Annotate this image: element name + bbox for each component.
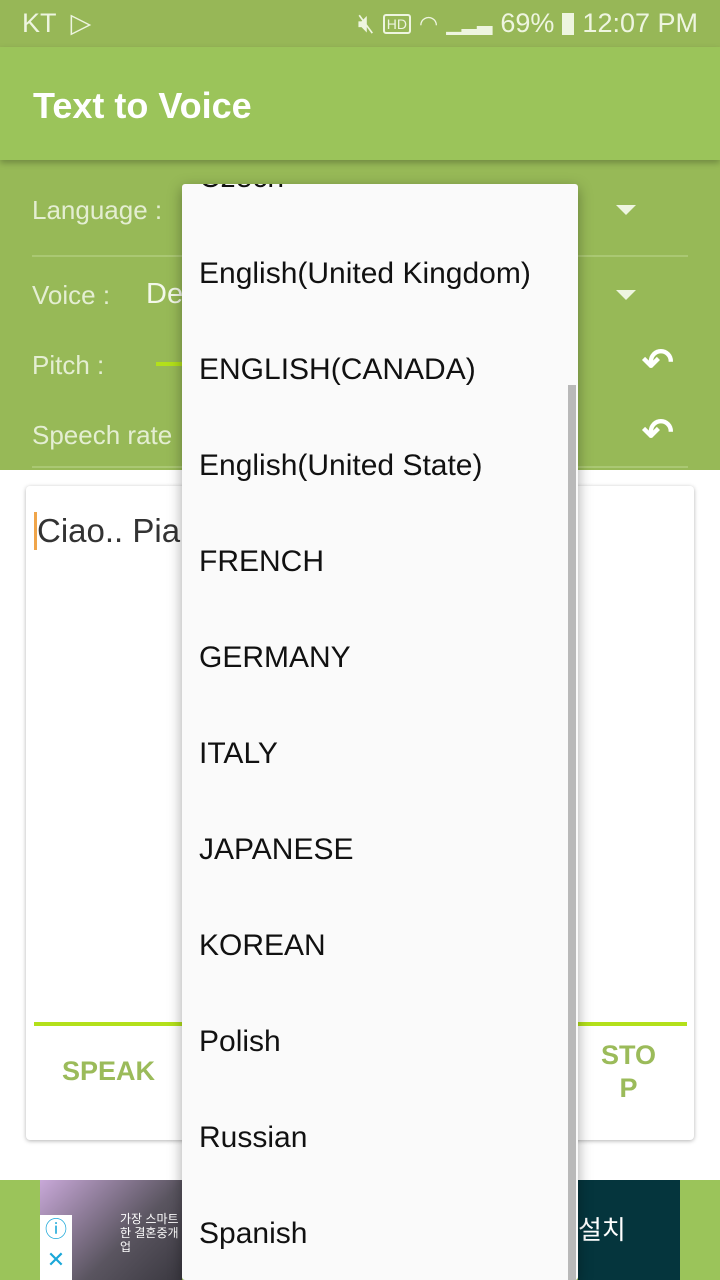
dropdown-item[interactable]: JAPANESE: [199, 830, 354, 870]
ad-info-close[interactable]: ⓘ ✕: [40, 1215, 72, 1280]
play-store-icon: ▷: [70, 8, 92, 38]
language-label: Language :: [32, 195, 163, 225]
ad-install-label: 설치: [578, 1215, 626, 1245]
pitch-label: Pitch :: [32, 350, 105, 380]
text-input[interactable]: Ciao.. Pia: [34, 512, 180, 550]
stop-button[interactable]: STO P: [596, 1039, 661, 1105]
signal-icon: ▁▂▃: [446, 13, 493, 35]
speech-rate-reset-undo-icon[interactable]: ↶: [642, 410, 674, 455]
dropdown-item[interactable]: Russian: [199, 1118, 307, 1158]
ad-install-button[interactable]: 설치: [578, 1180, 680, 1280]
speech-rate-label: Speech rate: [32, 420, 173, 450]
hd-voice-icon: HD: [382, 13, 412, 34]
dropdown-item[interactable]: English(United State): [199, 446, 482, 486]
voice-dropdown-arrow-icon[interactable]: [616, 290, 636, 300]
ad-image[interactable]: 가장 스마트한 결혼중개업 ⓘ ✕: [40, 1180, 182, 1280]
clock: 12:07 PM: [582, 8, 698, 38]
status-bar: KT ▷ 🔇︎ HD ◠ ▁▂▃ 69% 12:07 PM: [0, 0, 720, 47]
dropdown-item[interactable]: ITALY: [199, 734, 278, 774]
battery-level: 69%: [500, 8, 555, 38]
dropdown-item[interactable]: Czech: [199, 184, 284, 198]
voice-value[interactable]: De: [146, 278, 183, 311]
app-title: Text to Voice: [33, 85, 252, 126]
pitch-reset-undo-icon[interactable]: ↶: [642, 340, 674, 385]
language-dropdown-arrow-icon[interactable]: [616, 205, 636, 215]
dropdown-item[interactable]: Polish: [199, 1022, 281, 1062]
voice-label: Voice :: [32, 280, 111, 310]
stop-indicator: [576, 1022, 687, 1026]
app-bar: Text to Voice: [0, 47, 720, 160]
scrollbar[interactable]: [568, 385, 576, 1280]
speak-button[interactable]: SPEAK: [46, 1056, 171, 1087]
ad-image-text: 가장 스마트한 결혼중개업: [120, 1212, 179, 1254]
battery-charging-icon: [562, 12, 575, 35]
dropdown-item[interactable]: GERMANY: [199, 638, 351, 678]
dropdown-item[interactable]: KOREAN: [199, 926, 326, 966]
info-icon[interactable]: ⓘ: [45, 1217, 67, 1242]
dropdown-item[interactable]: English(United Kingdom): [199, 254, 531, 294]
language-dropdown-list[interactable]: Czech English(United Kingdom) ENGLISH(CANA…: [182, 184, 578, 1280]
wifi-icon: ◠: [419, 10, 439, 36]
dropdown-item[interactable]: Spanish: [199, 1214, 307, 1254]
dropdown-item[interactable]: ENGLISH(CANADA): [199, 350, 476, 390]
mute-icon: 🔇︎: [357, 7, 375, 38]
dropdown-item[interactable]: FRENCH: [199, 542, 324, 582]
close-icon[interactable]: ✕: [47, 1247, 65, 1272]
carrier: KT: [22, 8, 57, 38]
